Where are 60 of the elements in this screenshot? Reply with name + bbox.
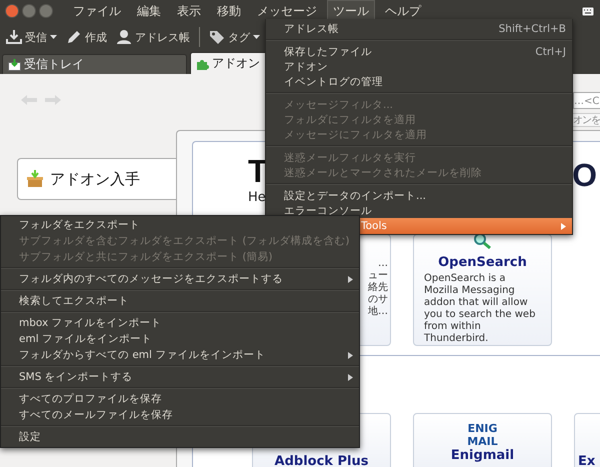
addon-card[interactable]: Ex [574, 413, 600, 467]
page-subheading: He [248, 190, 267, 205]
tab[interactable]: 受信トレイ [2, 54, 187, 74]
inbox-icon [8, 58, 21, 70]
search-field[interactable]: …<C [573, 92, 600, 109]
menu-item[interactable]: 表示 [171, 0, 207, 22]
maximize-button[interactable] [39, 4, 53, 18]
menu-item[interactable]: アドレス帳 Shift+Ctrl+B [266, 21, 572, 36]
logo-text: MAIL [467, 435, 498, 448]
addon-card[interactable]: ENIG MAIL Enigmail [413, 413, 552, 467]
menu-item[interactable]: SMS をインポートする [1, 369, 359, 385]
menu-item[interactable]: アドオン [266, 59, 572, 74]
menu-item[interactable]: すべてのプロファイルを保存 [1, 391, 359, 407]
addon-title: OpenSearch [438, 255, 527, 270]
menu-item[interactable]: イベントログの管理 [266, 74, 572, 89]
addon-title: Ex [578, 454, 596, 467]
keyboard-icon[interactable] [582, 6, 594, 16]
write-button[interactable]: 作成 [66, 29, 107, 45]
menu-item[interactable]: 編集 [131, 0, 167, 22]
menu-item[interactable]: フォルダからすべての eml ファイルをインポート [1, 347, 359, 363]
magnifier-icon [472, 235, 494, 249]
menu-item[interactable]: eml ファイルをインポート [1, 331, 359, 347]
menu-item[interactable]: 移動 [211, 0, 247, 22]
addon-title: Enigmail [450, 448, 514, 463]
section-heading: O [572, 156, 598, 195]
card-text: のサ [368, 294, 388, 306]
download-icon [6, 29, 22, 45]
close-button[interactable] [5, 4, 19, 18]
menu-item[interactable]: 保存したファイル Ctrl+J [266, 44, 572, 59]
tag-icon [209, 29, 225, 45]
addon-title: Adblock Plus [274, 454, 368, 467]
menu-item[interactable]: mbox ファイルをインポート [1, 315, 359, 331]
menu-item[interactable]: 設定 [1, 429, 359, 445]
addon-description: OpenSearch is a Mozilla Messaging addon that will allow you to search the web from within Thunderbird. [424, 273, 536, 345]
pencil-icon [66, 29, 82, 45]
card-text: 地… [368, 306, 388, 318]
minimize-button[interactable] [22, 4, 36, 18]
menu-item[interactable]: フォルダ内のすべてのメッセージをエクスポートする [1, 271, 359, 287]
tag-button[interactable]: タグ [209, 29, 260, 45]
person-icon [116, 29, 132, 45]
card-text: … [378, 258, 388, 270]
menu-item[interactable]: ファイル [67, 0, 127, 22]
menu-item[interactable]: メッセージ [251, 0, 323, 22]
card-text: 絡先 [368, 282, 388, 294]
addon-card[interactable]: OpenSearch OpenSearch is a Mozilla Messaging addon that will allow you to search the web from within Thunderbird. [413, 234, 552, 346]
box-icon [26, 170, 44, 188]
page-heading: T [248, 152, 268, 190]
menu-item[interactable]: 検索してエクスポート [1, 293, 359, 309]
menu-item[interactable]: エラーコンソール [266, 203, 572, 218]
get-addons-tab[interactable]: アドオン入手 [17, 158, 176, 200]
shortcut-text: Ctrl+J [535, 46, 566, 58]
puzzle-icon [196, 58, 209, 70]
menu-item[interactable]: すべてのメールファイルを保存 [1, 407, 359, 423]
logo-text: ENIG [467, 422, 498, 435]
address-book-button[interactable]: アドレス帳 [116, 29, 190, 45]
menu-item[interactable]: ヘルプ [379, 0, 427, 22]
get-mail-button[interactable]: 受信 [6, 29, 57, 45]
shortcut-text: Shift+Ctrl+B [498, 22, 566, 34]
menu-item[interactable]: 設定とデータのインポート... [266, 188, 572, 203]
card-text: ュー [368, 270, 388, 282]
